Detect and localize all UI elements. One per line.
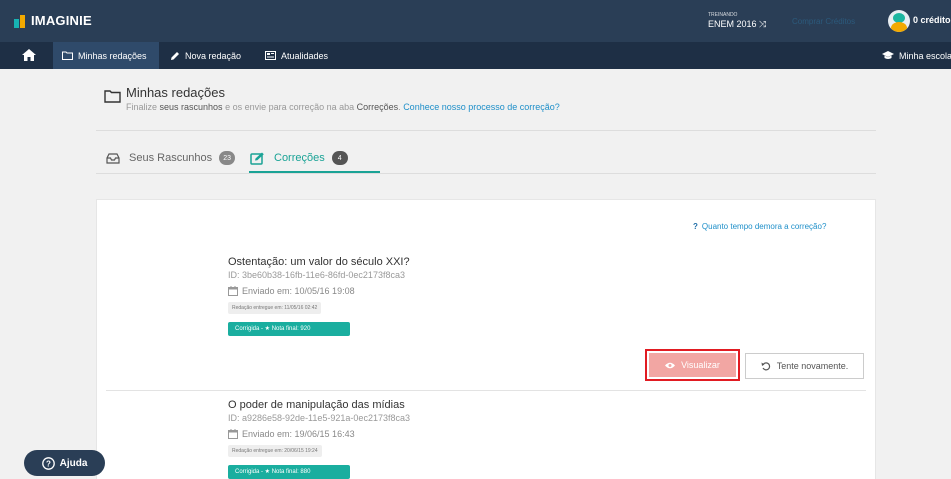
nav-item-nova-redacao[interactable]: Nova redação [170,42,241,69]
correction-process-link[interactable]: Conhece nosso processo de correção? [403,102,560,112]
nav-item-label: Atualidades [281,50,329,61]
logo-text: IMAGINIE [31,13,92,28]
essay-title[interactable]: Ostentação: um valor do século XXI? [228,256,410,268]
count-badge: 4 [331,151,348,165]
sent-date: Enviado em: 10/05/16 19:08 [228,286,410,296]
nav-item-label: Minha escola [899,50,951,61]
training-selector[interactable]: TREINANDO ENEM 2016 ⤨ [708,13,766,29]
essay-id: ID: 3be60b38-16fb-11e6-86fd-0ec2173f8ca3 [228,270,405,280]
home-icon[interactable] [22,49,36,61]
folder-icon [104,90,121,106]
buy-credits-link[interactable]: Comprar Créditos [792,17,855,26]
retry-button-label: Tente novamente. [776,361,849,371]
top-bar: IMAGINIE TREINANDO ENEM 2016 ⤨ Comprar C… [0,0,951,42]
eye-icon [665,362,676,369]
calendar-icon [228,286,238,296]
svg-text:?: ? [46,459,51,468]
tab-seus-rascunhos[interactable]: Seus Rascunhos 23 [106,146,236,170]
tab-label: Correções [274,152,325,164]
grade-badge: Corrigida - ★ Nota final: 880 [228,465,350,479]
nav-item-atualidades[interactable]: Atualidades [265,42,328,69]
sent-date: Enviado em: 19/06/15 16:43 [228,429,410,439]
undo-icon [761,361,771,371]
edit-icon [250,152,265,165]
calendar-icon [228,429,238,439]
nav-bar: Minhas redações Nova redação Atualidades… [0,42,951,69]
divider [106,390,866,391]
delivered-badge: Redação entregue em: 11/05/16 02:42 [228,302,322,314]
page-subtitle: Finalize seus rascunhos e os envie para … [126,102,560,112]
nav-item-minhas-redacoes[interactable]: Minhas redações [53,42,159,69]
essay-item: O poder de manipulação das mídias ID: a9… [228,399,410,479]
question-circle-icon: ? [41,456,55,470]
nav-item-label: Minhas redações [78,50,147,61]
essay-id: ID: a9286e58-92de-11e5-921a-0ec2173f8ca3 [228,413,410,423]
corrections-panel [96,199,876,479]
credits-count[interactable]: 0 créditos [913,15,951,25]
help-button[interactable]: ? Ajuda [24,450,105,476]
essay-title[interactable]: O poder de manipulação das mídias [228,399,410,411]
training-label: TREINANDO [708,12,738,18]
logo-icon [14,13,27,28]
delivered-badge: Redação entregue em: 20/06/15 19:24 [228,445,322,457]
tab-label: Seus Rascunhos [129,152,213,164]
logo[interactable]: IMAGINIE [14,13,92,28]
essay-item: Ostentação: um valor do século XXI? ID: … [228,256,410,336]
help-button-label: Ajuda [59,457,88,469]
divider [96,173,876,174]
view-button-label: Visualizar [681,360,720,370]
tab-correcoes[interactable]: Correções 4 [250,146,348,170]
folder-icon [62,51,73,60]
pencil-icon [170,51,180,61]
retry-button[interactable]: Tente novamente. [745,353,864,379]
nav-item-label: Nova redação [185,50,242,61]
nav-item-minha-escola[interactable]: Minha escola [882,42,951,69]
grade-badge: Corrigida - ★ Nota final: 920 [228,322,350,336]
view-button[interactable]: Visualizar [645,349,740,381]
question-icon: ? [693,222,698,231]
inbox-icon [106,152,120,164]
page-title: Minhas redações [126,85,225,100]
newspaper-icon [265,51,276,60]
divider [96,130,876,131]
correction-time-link[interactable]: ? Quanto tempo demora a correção? [693,222,826,231]
graduation-cap-icon [882,51,894,60]
avatar[interactable] [888,10,910,32]
count-badge: 23 [219,151,236,165]
training-value: ENEM 2016 ⤨ [708,19,767,29]
